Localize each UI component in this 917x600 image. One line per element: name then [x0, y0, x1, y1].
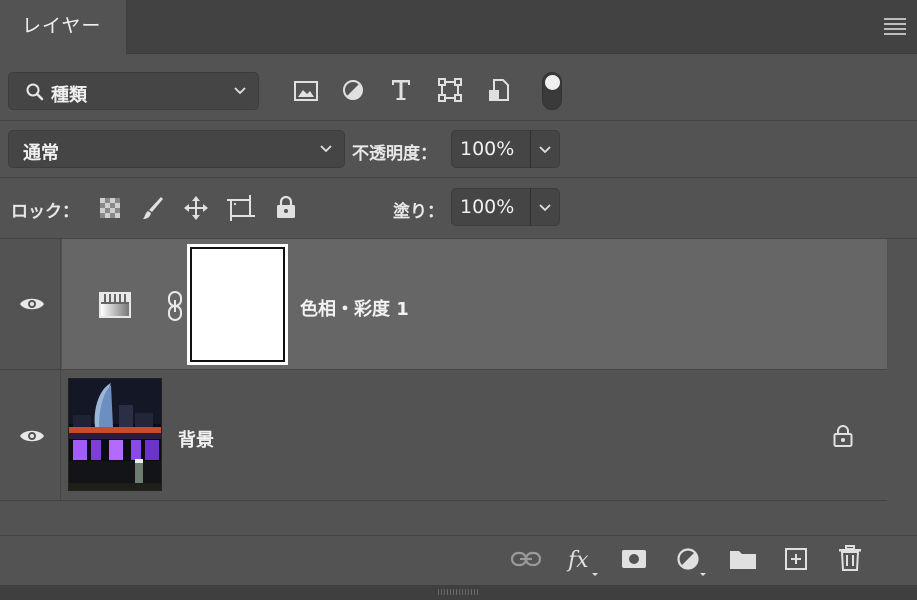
opacity-input[interactable]: 100% — [451, 130, 531, 168]
panel-resize-bar[interactable] — [0, 585, 917, 600]
lock-artboard-icon[interactable] — [227, 195, 255, 221]
layer-selected-background — [62, 239, 887, 369]
chevron-down-icon — [537, 141, 553, 161]
mask-link-chain-icon[interactable] — [166, 290, 184, 326]
filter-type-layer-icon[interactable] — [390, 78, 412, 102]
lock-all-icon[interactable] — [275, 195, 297, 219]
layers-footer-toolbar — [0, 535, 917, 585]
filter-kind-dropdown[interactable]: 種類 — [8, 72, 259, 110]
svg-text:fx: fx — [566, 548, 589, 573]
opacity-dropdown-button[interactable] — [530, 130, 560, 168]
filter-kind-value: 種類 — [51, 85, 87, 106]
panel-tab-strip — [0, 0, 917, 54]
filter-shape-layer-icon[interactable] — [438, 78, 462, 102]
filter-smart-object-icon[interactable] — [487, 78, 511, 104]
panel-menu-icon[interactable] — [884, 18, 906, 35]
fill-label: 塗り： — [393, 202, 444, 222]
link-layers-icon[interactable] — [511, 549, 541, 569]
filter-pixel-layer-icon[interactable] — [294, 80, 318, 102]
layer-row-background[interactable]: 背景 — [0, 370, 887, 500]
visibility-toggle[interactable] — [0, 370, 61, 500]
layer-row-hue-saturation[interactable]: 色相・彩度 1 — [0, 239, 887, 369]
chevron-down-icon — [537, 199, 553, 219]
fx-layer-style-icon[interactable]: fx — [566, 545, 600, 577]
layer-lock-icon[interactable] — [833, 425, 853, 451]
lock-image-pixels-brush-icon[interactable] — [141, 195, 165, 221]
layers-scrollbar[interactable] — [887, 239, 917, 535]
filter-toggle-switch[interactable] — [542, 72, 562, 110]
lock-label: ロック： — [11, 202, 79, 222]
opacity-label: 不透明度： — [352, 144, 437, 164]
layer-name[interactable]: 背景 — [178, 426, 214, 452]
fill-dropdown-button[interactable] — [530, 188, 560, 226]
add-layer-mask-icon[interactable] — [621, 548, 647, 570]
delete-layer-trash-icon[interactable] — [838, 545, 862, 571]
new-layer-icon[interactable] — [784, 547, 808, 571]
blend-mode-value: 通常 — [23, 143, 59, 164]
new-group-folder-icon[interactable] — [729, 547, 757, 571]
layer-name[interactable]: 色相・彩度 1 — [300, 295, 409, 321]
filter-adjustment-layer-icon[interactable] — [342, 79, 364, 101]
eye-icon — [19, 428, 45, 448]
layer-image-thumbnail[interactable] — [68, 378, 162, 491]
eye-icon — [19, 296, 45, 316]
hue-saturation-adjustment-icon — [99, 292, 131, 322]
lock-transparent-pixels-icon[interactable] — [99, 197, 121, 219]
tab-layers[interactable]: レイヤー — [0, 0, 126, 54]
lock-position-move-icon[interactable] — [183, 195, 209, 221]
layer-mask-thumbnail[interactable] — [187, 244, 288, 365]
blend-mode-dropdown[interactable]: 通常 — [8, 130, 345, 168]
resize-grip-icon — [438, 589, 478, 595]
chevron-down-icon — [232, 82, 248, 98]
new-adjustment-layer-icon[interactable] — [676, 547, 710, 579]
visibility-toggle[interactable] — [0, 239, 61, 369]
tab-layers-label: レイヤー — [22, 15, 102, 37]
chevron-down-icon — [318, 140, 334, 156]
fill-input[interactable]: 100% — [451, 188, 531, 226]
search-icon — [25, 82, 45, 102]
